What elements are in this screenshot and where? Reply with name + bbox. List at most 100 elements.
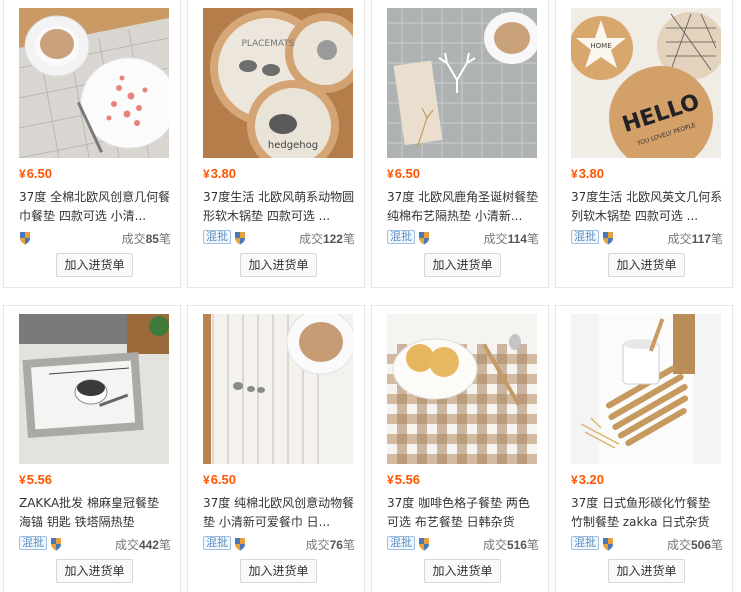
currency-symbol: ¥ <box>571 473 578 487</box>
mix-batch-badge: 混批 <box>203 536 231 550</box>
shield-icon <box>234 537 246 551</box>
shield-icon <box>602 537 614 551</box>
product-card[interactable]: HOME HELLO YOU LOVELY PEOPLE ¥3.80 37度生活 北… <box>555 0 733 288</box>
product-meta: 混批 成交442笔 <box>19 536 171 552</box>
mix-batch-badge: 混批 <box>387 230 415 244</box>
deal-number: 516 <box>506 538 527 552</box>
product-card[interactable]: ¥6.50 37度 纯棉北欧风创意动物餐垫 小清新可爱餐巾 日... 混批 成交76笔… <box>187 305 365 592</box>
deal-count: 成交85笔 <box>122 230 171 247</box>
currency-symbol: ¥ <box>19 167 26 181</box>
shield-icon <box>418 537 430 551</box>
add-to-purchase-list-button[interactable]: 加入进货单 <box>608 559 685 583</box>
product-title[interactable]: 37度生活 北欧风英文几何系列软木锅垫 四款可选 ... <box>571 188 723 226</box>
currency-symbol: ¥ <box>203 167 210 181</box>
svg-text:HOME: HOME <box>590 42 611 50</box>
price-value: 3.80 <box>210 166 236 181</box>
product-image[interactable] <box>387 314 537 464</box>
deal-number: 117 <box>691 232 711 246</box>
product-price: ¥6.50 <box>203 472 236 487</box>
add-to-purchase-list-button[interactable]: 加入进货单 <box>424 253 501 277</box>
deal-suffix: 笔 <box>526 538 539 552</box>
price-value: 6.50 <box>210 472 236 487</box>
shield-icon <box>50 537 62 551</box>
price-value: 5.56 <box>26 472 52 487</box>
shield-icon <box>234 231 246 245</box>
product-grid: ¥6.50 37度 全棉北欧风创意几何餐巾餐垫 四款可选 小清... 成交85笔 加入… <box>0 0 741 592</box>
product-image[interactable]: PLACEMATS hedgehog <box>203 8 353 158</box>
product-title[interactable]: 37度生活 北欧风萌系动物圆形软木锅垫 四款可选 ... <box>203 188 355 226</box>
deal-number: 114 <box>507 232 527 246</box>
currency-symbol: ¥ <box>571 167 578 181</box>
deal-prefix: 成交 <box>114 538 139 552</box>
deal-count: 成交114笔 <box>484 230 539 247</box>
deal-number: 122 <box>322 232 343 246</box>
mix-batch-badge: 混批 <box>571 536 599 550</box>
product-title[interactable]: 37度 日式鱼形碳化竹餐垫 竹制餐垫 zakka 日式杂货 <box>571 494 723 532</box>
product-title[interactable]: 37度 纯棉北欧风创意动物餐垫 小清新可爱餐巾 日... <box>203 494 355 532</box>
add-to-purchase-list-button[interactable]: 加入进货单 <box>56 253 133 277</box>
product-card[interactable]: ¥6.50 37度 北欧风鹿角圣诞树餐垫纯棉布艺隔热垫 小清新... 混批 成交114… <box>371 0 549 288</box>
product-card[interactable]: ¥5.56 37度 咖啡色格子餐垫 两色可选 布艺餐垫 日韩杂货混批 成交516笔加… <box>371 305 549 592</box>
add-to-purchase-list-button[interactable]: 加入进货单 <box>240 559 317 583</box>
svg-text:hedgehog: hedgehog <box>268 140 318 151</box>
product-image[interactable] <box>387 8 537 158</box>
currency-symbol: ¥ <box>387 167 394 181</box>
product-image[interactable]: HOME HELLO YOU LOVELY PEOPLE <box>571 8 721 158</box>
deal-count: 成交76笔 <box>306 536 355 553</box>
deal-number: 506 <box>690 538 711 552</box>
product-card[interactable]: ¥3.20 37度 日式鱼形碳化竹餐垫 竹制餐垫 zakka 日式杂货混批 成交50… <box>555 305 733 592</box>
deal-count: 成交506笔 <box>667 536 723 553</box>
product-title[interactable]: 37度 北欧风鹿角圣诞树餐垫纯棉布艺隔热垫 小清新... <box>387 188 539 226</box>
product-card[interactable]: ¥5.56 ZAKKA批发 棉麻皇冠餐垫 海锚 钥匙 铁塔隔热垫混批 成交442笔加… <box>3 305 181 592</box>
add-to-purchase-list-button[interactable]: 加入进货单 <box>240 253 317 277</box>
shield-icon <box>418 231 430 245</box>
product-title[interactable]: 37度 全棉北欧风创意几何餐巾餐垫 四款可选 小清... <box>19 188 171 226</box>
mix-batch-badge: 混批 <box>571 230 599 244</box>
product-title[interactable]: 37度 咖啡色格子餐垫 两色可选 布艺餐垫 日韩杂货 <box>387 494 539 532</box>
shield-icon <box>602 231 614 245</box>
deal-number: 442 <box>138 538 159 552</box>
deal-suffix: 笔 <box>158 232 171 246</box>
product-title[interactable]: ZAKKA批发 棉麻皇冠餐垫 海锚 钥匙 铁塔隔热垫 <box>19 494 171 532</box>
deal-prefix: 成交 <box>667 232 692 246</box>
product-image[interactable] <box>571 314 721 464</box>
deal-suffix: 笔 <box>158 538 171 552</box>
product-price: ¥3.80 <box>203 166 236 181</box>
product-price: ¥5.56 <box>19 472 52 487</box>
product-price: ¥5.56 <box>387 472 420 487</box>
add-to-purchase-list-button[interactable]: 加入进货单 <box>424 559 501 583</box>
product-meta: 混批 成交516笔 <box>387 536 539 552</box>
deal-count: 成交442笔 <box>115 536 171 553</box>
product-meta: 混批 成交117笔 <box>571 230 723 246</box>
product-meta: 混批 成交76笔 <box>203 536 355 552</box>
product-price: ¥3.20 <box>571 472 604 487</box>
product-card[interactable]: PLACEMATS hedgehog ¥3.80 37度生活 北欧风萌系动物圆形软木… <box>187 0 365 288</box>
deal-suffix: 笔 <box>342 232 355 246</box>
deal-suffix: 笔 <box>710 232 723 246</box>
deal-number: 76 <box>329 538 343 552</box>
product-card[interactable]: ¥6.50 37度 全棉北欧风创意几何餐巾餐垫 四款可选 小清... 成交85笔加入… <box>3 0 181 288</box>
add-to-purchase-list-button[interactable]: 加入进货单 <box>608 253 685 277</box>
deal-number: 85 <box>145 232 159 246</box>
price-value: 6.50 <box>394 166 420 181</box>
product-image[interactable] <box>19 8 169 158</box>
currency-symbol: ¥ <box>387 473 394 487</box>
deal-count: 成交516笔 <box>483 536 539 553</box>
price-value: 6.50 <box>26 166 52 181</box>
mix-batch-badge: 混批 <box>387 536 415 550</box>
product-meta: 成交85笔 <box>19 230 171 246</box>
shield-icon <box>19 231 31 245</box>
svg-text:PLACEMATS: PLACEMATS <box>241 39 294 49</box>
add-to-purchase-list-button[interactable]: 加入进货单 <box>56 559 133 583</box>
deal-prefix: 成交 <box>483 232 508 246</box>
product-price: ¥6.50 <box>19 166 52 181</box>
price-value: 5.56 <box>394 472 420 487</box>
deal-suffix: 笔 <box>342 538 355 552</box>
deal-suffix: 笔 <box>710 538 723 552</box>
deal-prefix: 成交 <box>666 538 691 552</box>
product-image[interactable] <box>19 314 169 464</box>
deal-suffix: 笔 <box>526 232 539 246</box>
product-image[interactable] <box>203 314 353 464</box>
deal-prefix: 成交 <box>305 538 330 552</box>
deal-count: 成交122笔 <box>299 230 355 247</box>
